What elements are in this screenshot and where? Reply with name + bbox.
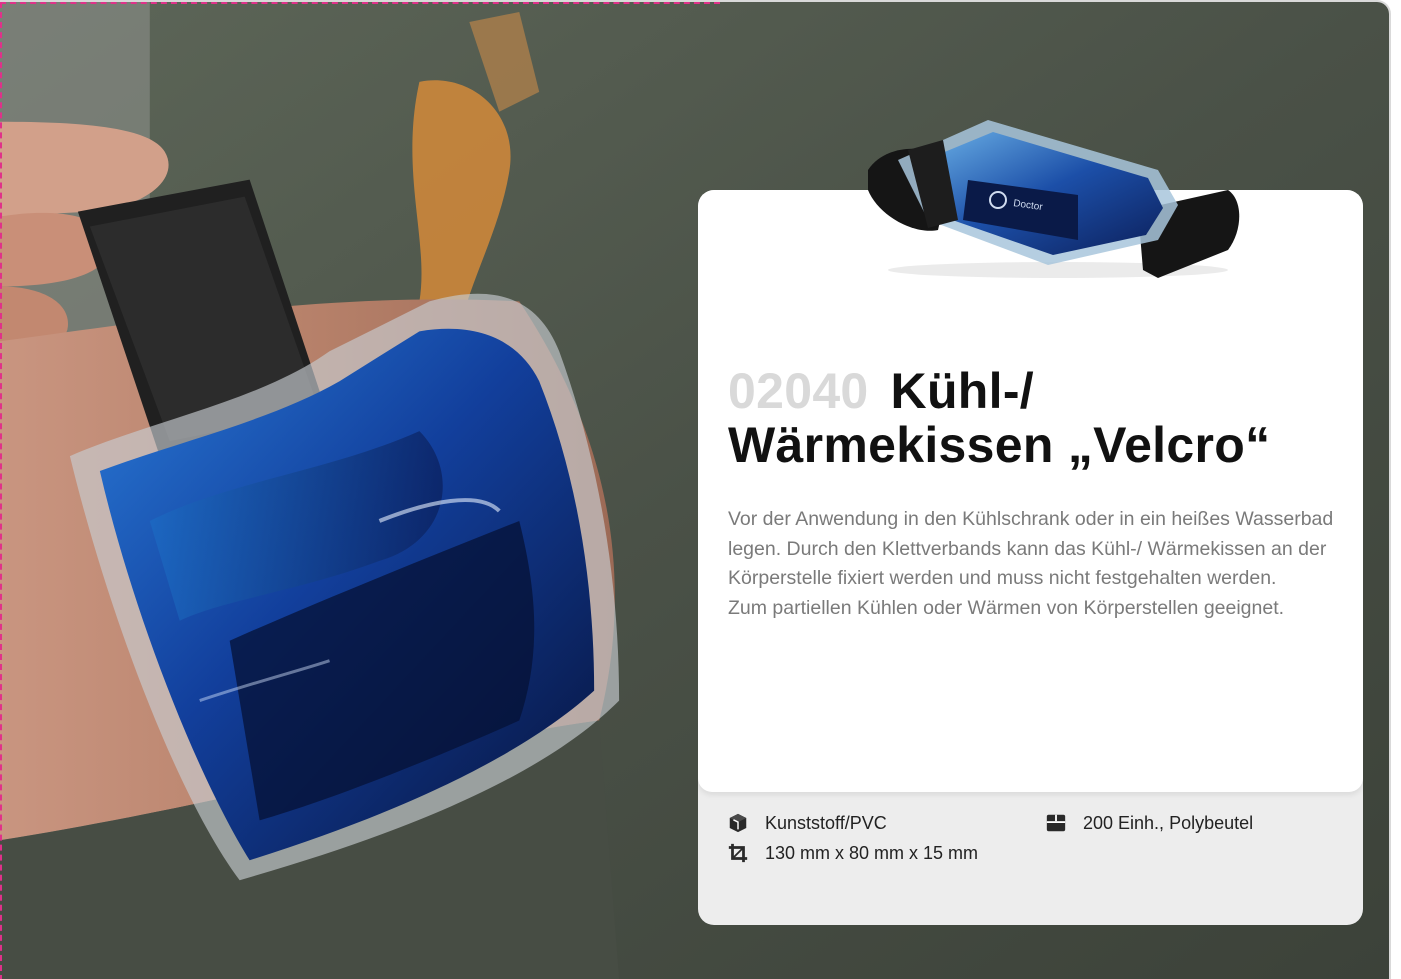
spec-material-text: Kunststoff/PVC — [765, 812, 887, 833]
product-image: Doctor — [868, 120, 1240, 278]
description-paragraph: Zum partiellen Kühlen oder Wärmen von Kö… — [728, 596, 1285, 619]
product-description: Vor der Anwendung in den Kühlschrank ode… — [728, 505, 1343, 623]
spec-packaging-text: 200 Einh., Polybeutel — [1083, 812, 1254, 833]
cube-icon — [729, 813, 747, 833]
spec-size-text: 130 mm x 80 mm x 15 mm — [765, 842, 979, 863]
description-paragraph: Vor der Anwendung in den Kühlschrank ode… — [728, 508, 1334, 589]
product-title: 02040 Kühl-/ Wärmekissen „Velcro“ — [728, 364, 1348, 472]
spec-packaging: 200 Einh., Polybeutel — [1045, 812, 1253, 834]
spec-size: 130 mm x 80 mm x 15 mm — [727, 842, 978, 864]
crop-icon — [728, 843, 748, 863]
box-icon — [1046, 814, 1066, 832]
article-number: 02040 — [728, 363, 869, 419]
spec-material: Kunststoff/PVC — [727, 812, 887, 834]
catalog-page: Doctor 02040 Kühl-/ Wärmekissen „Velcro“ … — [0, 0, 1391, 979]
